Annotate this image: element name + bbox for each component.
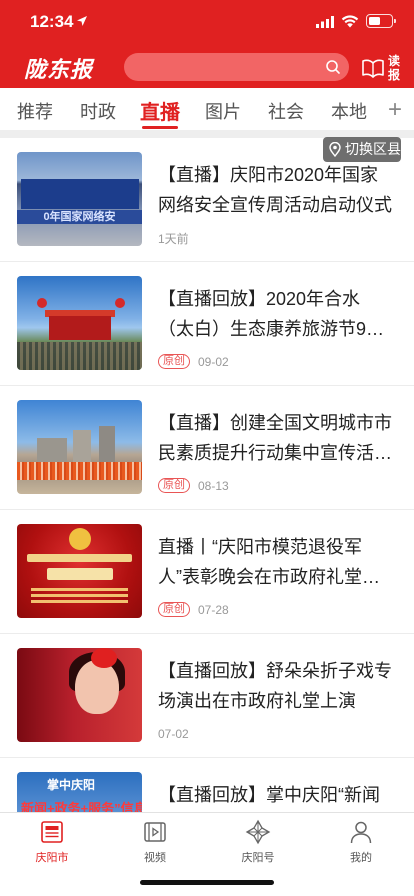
tab-photos[interactable]: 图片 <box>205 98 241 124</box>
news-meta: 原创 07-28 <box>158 602 229 618</box>
tab-local[interactable]: 本地 <box>331 98 367 124</box>
app-logo[interactable]: 陇东报 <box>24 52 93 84</box>
news-meta: 1天前 <box>158 230 189 246</box>
open-book-icon <box>362 59 384 78</box>
news-item[interactable]: 直播丨“庆阳市模范退役军人”表彰晚会在市政府礼堂… 原创 07-28 <box>0 510 414 634</box>
home-indicator <box>140 880 274 885</box>
battery-icon <box>366 14 396 28</box>
original-badge: 原创 <box>158 602 190 618</box>
status-bar: 12:34 <box>0 0 414 44</box>
search-bar[interactable] <box>124 53 349 81</box>
location-arrow-icon <box>77 16 87 26</box>
location-pin-icon <box>329 142 341 157</box>
news-thumbnail <box>17 524 142 618</box>
nav-label: 我的 <box>350 852 372 864</box>
news-item[interactable]: 【直播】创建全国文明城市市民素质提升行动集中宣传活… 原创 08-13 <box>0 386 414 510</box>
active-tab-indicator <box>142 126 178 129</box>
region-switch-label: 切换区县 <box>345 141 401 157</box>
search-icon[interactable] <box>325 59 341 75</box>
news-meta: 07-02 <box>158 726 189 742</box>
original-badge: 原创 <box>158 478 190 494</box>
status-time: 12:34 <box>30 12 74 31</box>
nav-label: 视频 <box>144 852 166 864</box>
news-title: 【直播】创建全国文明城市市民素质提升行动集中宣传活… <box>158 413 392 463</box>
read-newspaper-button[interactable]: 读报 <box>361 53 405 83</box>
thumb-stage-banner <box>21 179 139 209</box>
news-date: 07-02 <box>158 726 189 741</box>
news-thumbnail: 0年国家网络安 <box>17 152 142 246</box>
emblem-icon <box>69 528 91 550</box>
news-date: 1天前 <box>158 232 189 246</box>
nav-label: 庆阳号 <box>241 852 275 864</box>
nav-label: 庆阳市 <box>35 852 69 864</box>
app-header: 12:34 陇东报 读报 <box>0 0 414 88</box>
newspaper-icon <box>41 821 63 843</box>
region-switch-button[interactable]: 切换区县 <box>323 137 401 162</box>
news-date: 07-28 <box>198 602 229 617</box>
nav-item-video[interactable]: 视频 <box>125 819 185 865</box>
news-item[interactable]: 【直播回放】舒朵朵折子戏专场演出在市政府礼堂上演 07-02 <box>0 634 414 758</box>
original-badge: 原创 <box>158 354 190 370</box>
news-date: 08-13 <box>198 478 229 493</box>
tab-society[interactable]: 社会 <box>268 98 304 124</box>
tab-politics[interactable]: 时政 <box>80 98 116 124</box>
news-date: 09-02 <box>198 354 229 369</box>
news-title: 【直播】庆阳市2020年国家网络安全宣传周活动启动仪式 <box>158 165 392 215</box>
news-item[interactable]: 【直播回放】2020年合水（太白）生态康养旅游节9… 原创 09-02 <box>0 262 414 386</box>
thumb-caption: 掌中庆阳 <box>47 778 96 792</box>
news-thumbnail <box>17 648 142 742</box>
news-thumbnail <box>17 400 142 494</box>
read-newspaper-label: 读报 <box>388 54 401 82</box>
nav-item-mine[interactable]: 我的 <box>331 819 391 865</box>
news-title: 直播丨“庆阳市模范退役军人”表彰晚会在市政府礼堂… <box>158 537 380 587</box>
wifi-icon <box>341 15 359 28</box>
add-channel-button[interactable]: + <box>388 96 402 124</box>
channel-tabs: 推荐 时政 直播 图片 社会 本地 + <box>0 88 414 132</box>
news-meta: 原创 09-02 <box>158 354 229 370</box>
signal-icon <box>316 16 334 28</box>
tab-recommend[interactable]: 推荐 <box>17 98 53 124</box>
app-root: 12:34 陇东报 读报 推荐 时政 直播 图片 社会 本地 + 0年国家网络安… <box>0 0 414 896</box>
person-icon <box>350 821 372 844</box>
news-meta: 原创 08-13 <box>158 478 229 494</box>
star-grid-icon <box>245 819 271 845</box>
news-title: 【直播回放】2020年合水（太白）生态康养旅游节9… <box>158 289 385 339</box>
tab-live[interactable]: 直播 <box>140 96 180 125</box>
news-title: 【直播回放】舒朵朵折子戏专场演出在市政府礼堂上演 <box>158 661 392 711</box>
nav-item-qingyang-hao[interactable]: 庆阳号 <box>228 819 288 865</box>
thumb-banner-text: 0年国家网络安 <box>17 210 142 224</box>
news-thumbnail <box>17 276 142 370</box>
nav-item-qingyang-city[interactable]: 庆阳市 <box>22 819 82 865</box>
film-icon <box>144 822 166 842</box>
